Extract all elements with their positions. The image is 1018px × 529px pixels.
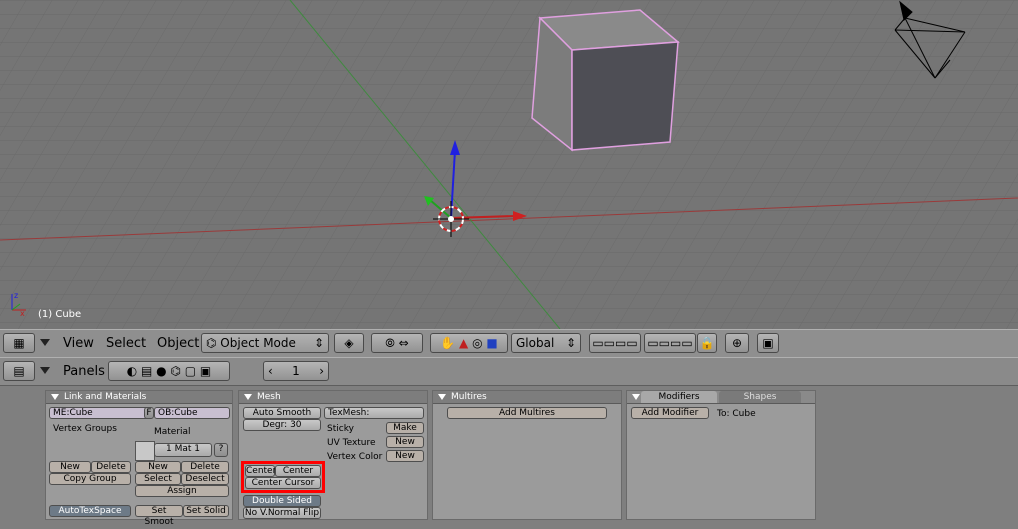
mesh-name-field[interactable]: ME:Cube — [49, 407, 153, 419]
menu-select[interactable]: Select — [106, 336, 146, 351]
buttons-window-header: ▤ Panels ◐ ▤ ● ⌬ ▢ ▣ ‹ 1 › — [0, 357, 1018, 386]
pivot-icon[interactable]: ⦾ ⇔ — [371, 333, 423, 353]
material-select-button[interactable]: Select — [135, 473, 181, 485]
material-delete-button[interactable]: Delete — [181, 461, 229, 473]
grid-floor — [0, 0, 1018, 329]
vertex-color-new-button[interactable]: New — [386, 450, 424, 462]
material-label: Material — [154, 427, 191, 437]
arrow-left-icon: ‹ — [268, 364, 273, 378]
layer-buttons-1[interactable]: ▭▭▭▭ — [589, 333, 641, 353]
object-name-field[interactable]: OB:Cube — [154, 407, 230, 419]
auto-smooth-toggle[interactable]: Auto Smooth — [243, 407, 321, 419]
add-multires-button[interactable]: Add Multires — [447, 407, 607, 419]
svg-text:x: x — [20, 309, 25, 318]
updown-arrows-icon: ⇕ — [565, 336, 576, 350]
mesh-name: ME:Cube — [53, 408, 93, 418]
orientation-value: Global — [516, 336, 555, 350]
autotexspace-toggle[interactable]: AutoTexSpace — [49, 505, 131, 517]
menu-object[interactable]: Object — [157, 336, 199, 351]
context-buttons[interactable]: ◐ ▤ ● ⌬ ▢ ▣ — [108, 361, 230, 381]
sticky-label: Sticky — [327, 424, 354, 434]
menu-view[interactable]: View — [63, 336, 94, 351]
3d-view-header: ▦ View Select Object ⌬ Object Mode ⇕ ◈ ⦾… — [0, 329, 1018, 358]
tab-shapes[interactable]: Shapes — [719, 391, 801, 403]
fake-user-button[interactable]: F — [144, 407, 154, 419]
double-sided-toggle[interactable]: Double Sided — [243, 495, 321, 507]
cube-object[interactable] — [531, 9, 680, 152]
assign-button[interactable]: Assign — [135, 485, 229, 497]
collapse-triangle-icon — [51, 394, 59, 400]
material-new-button[interactable]: New — [135, 461, 181, 473]
center-new-button[interactable]: Center New — [275, 465, 321, 487]
panels-label: Panels — [63, 364, 105, 379]
active-object-label: (1) Cube — [38, 309, 82, 320]
add-modifier-button[interactable]: Add Modifier — [631, 407, 709, 419]
multires-panel: Multires Add Multires — [432, 390, 622, 520]
no-vnormal-flip-toggle[interactable]: No V.Normal Flip — [243, 507, 321, 519]
uv-texture-label: UV Texture — [327, 438, 376, 448]
center-button[interactable]: Center — [245, 465, 276, 477]
updown-arrows-icon: ⇕ — [313, 336, 324, 350]
texmesh-field[interactable]: TexMesh: — [324, 407, 424, 419]
vgroup-new-button[interactable]: New — [49, 461, 91, 473]
material-preview — [135, 441, 155, 461]
mesh-panel: Mesh Auto Smooth Degr: 30 TexMesh: Stick… — [238, 390, 428, 520]
object-name: OB:Cube — [158, 408, 198, 418]
frame-value: 1 — [292, 364, 300, 378]
material-index-field[interactable]: 1 Mat 1 — [154, 443, 212, 457]
lock-icon[interactable]: 🔒 — [697, 333, 717, 353]
collapse-triangle-icon[interactable] — [40, 339, 50, 346]
editor-type-buttons-icon[interactable]: ▤ — [3, 361, 35, 381]
panel-title[interactable]: Mesh — [239, 391, 427, 404]
material-help-button[interactable]: ? — [214, 443, 228, 457]
collapse-triangle-icon — [438, 394, 446, 400]
center-cursor-button[interactable]: Center Cursor — [245, 477, 321, 489]
mode-icon: ⌬ — [206, 336, 221, 350]
layer-buttons-2[interactable]: ▭▭▭▭ — [644, 333, 696, 353]
manipulator-icons[interactable]: ✋ ▲ ◎ ■ — [430, 333, 508, 353]
set-solid-button[interactable]: Set Solid — [183, 505, 229, 517]
editor-type-grid-icon[interactable]: ▦ — [3, 333, 35, 353]
mode-select[interactable]: ⌬ Object Mode ⇕ — [201, 333, 329, 353]
panel-title[interactable]: Multires — [433, 391, 621, 404]
arrow-right-icon: › — [319, 364, 324, 378]
viewport-canvas: z x — [0, 0, 1018, 329]
modifiers-panel: Modifiers Shapes Add Modifier To: Cube — [626, 390, 816, 520]
render-icon[interactable]: ▣ — [757, 333, 779, 353]
panel-tabs: Modifiers Shapes — [627, 391, 815, 404]
vertex-color-label: Vertex Color — [327, 452, 383, 462]
svg-text:z: z — [14, 291, 18, 300]
collapse-triangle-icon — [244, 394, 252, 400]
uv-texture-new-button[interactable]: New — [386, 436, 424, 448]
draw-type-cube-icon[interactable]: ◈ — [334, 333, 364, 353]
vgroup-delete-button[interactable]: Delete — [91, 461, 131, 473]
vertex-groups-label: Vertex Groups — [53, 424, 117, 434]
copy-group-button[interactable]: Copy Group — [49, 473, 131, 485]
panel-title[interactable]: Link and Materials — [46, 391, 232, 404]
modifier-target-label: To: Cube — [717, 409, 756, 419]
sticky-make-button[interactable]: Make — [386, 422, 424, 434]
frame-number-field[interactable]: ‹ 1 › — [263, 361, 329, 381]
link-and-materials-panel: Link and Materials ME:Cube F OB:Cube Ver… — [45, 390, 233, 527]
snap-icon[interactable]: ⊕ — [725, 333, 749, 353]
set-smooth-button[interactable]: Set Smoot — [135, 505, 183, 527]
collapse-triangle-icon[interactable] — [632, 394, 640, 400]
mode-value: Object Mode — [220, 336, 296, 350]
material-deselect-button[interactable]: Deselect — [181, 473, 229, 485]
degree-field[interactable]: Degr: 30 — [243, 419, 321, 431]
collapse-triangle-icon[interactable] — [40, 367, 50, 374]
tab-modifiers[interactable]: Modifiers — [641, 391, 717, 403]
orientation-select[interactable]: Global ⇕ — [511, 333, 581, 353]
3d-viewport[interactable]: z x (1) Cube — [0, 0, 1018, 329]
